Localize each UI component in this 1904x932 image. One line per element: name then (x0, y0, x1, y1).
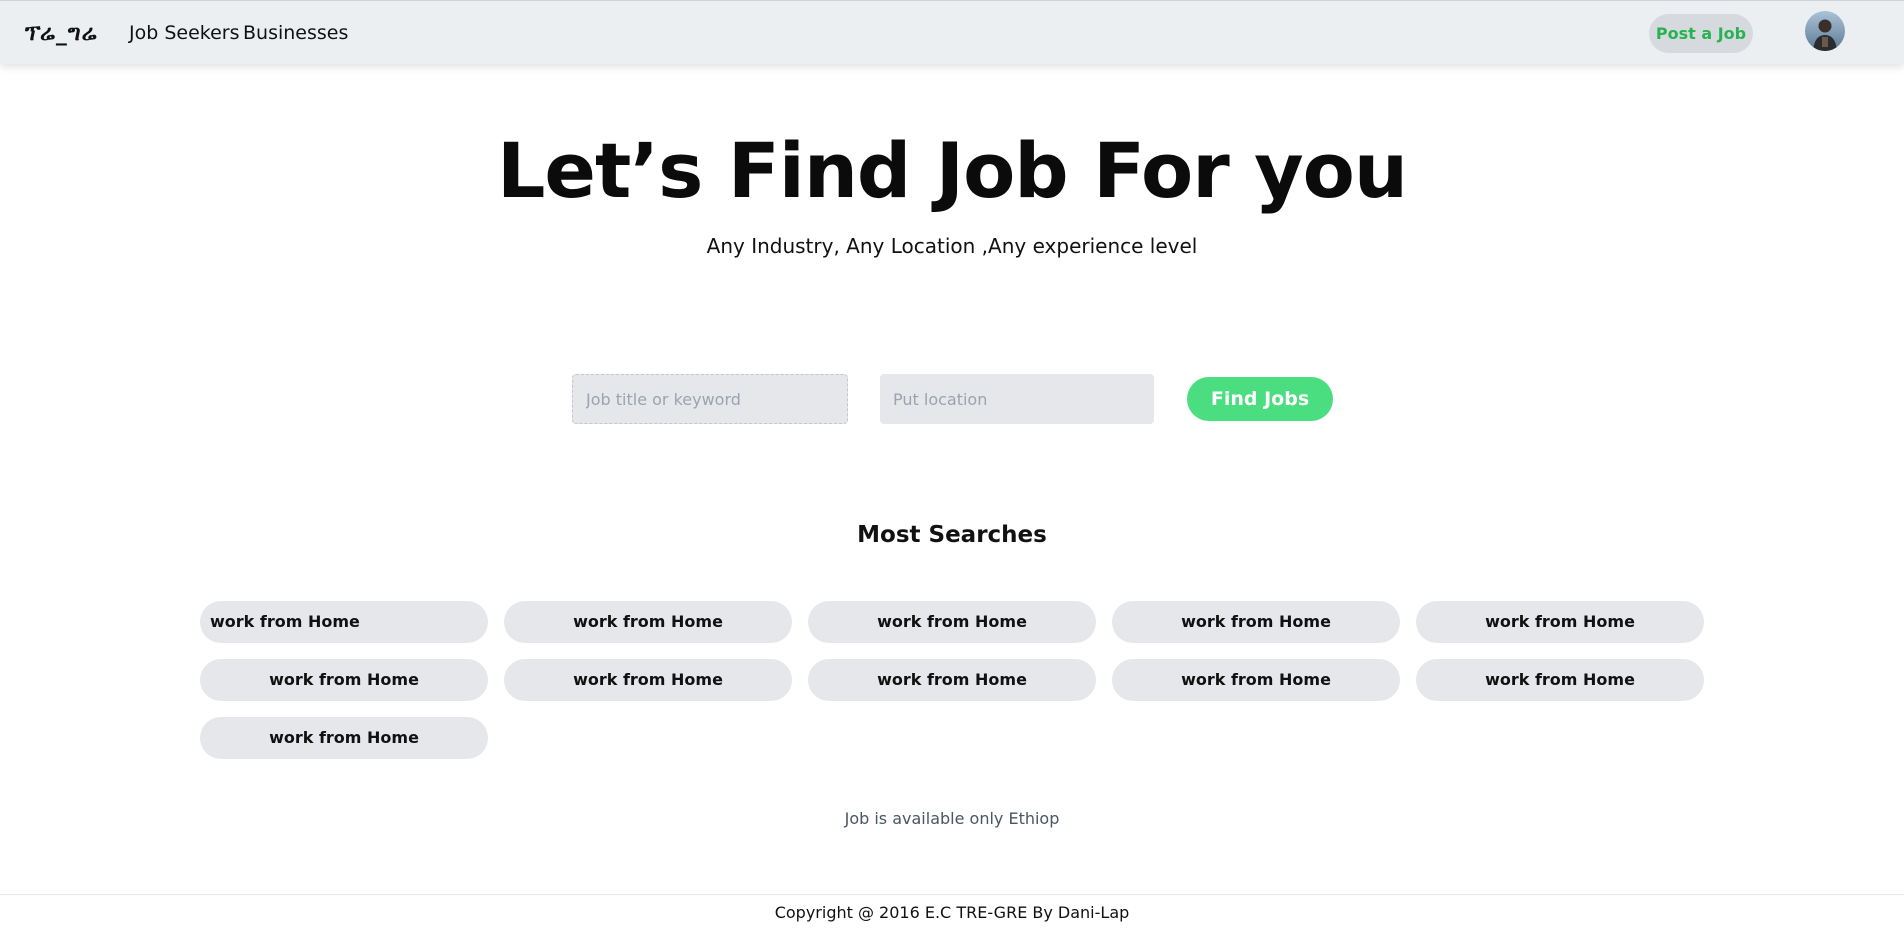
search-tag[interactable]: work from Home (1416, 601, 1704, 643)
post-job-button[interactable]: Post a Job (1649, 14, 1753, 53)
most-searches-tags: work from Home work from Home work from … (200, 601, 1710, 759)
top-navbar: ፕሬ_ግሬ Job Seekers Businesses Post a Job (0, 0, 1904, 64)
site-logo[interactable]: ፕሬ_ግሬ (25, 21, 97, 46)
search-tag[interactable]: work from Home (200, 717, 488, 759)
user-avatar-icon[interactable] (1805, 11, 1845, 51)
footer-divider (0, 894, 1904, 895)
availability-note: Job is available only Ethiop (844, 809, 1060, 828)
search-tag[interactable]: work from Home (808, 659, 1096, 701)
nav-link-job-seekers[interactable]: Job Seekers (129, 22, 240, 44)
search-tag[interactable]: work from Home (1416, 659, 1704, 701)
search-tag[interactable]: work from Home (200, 659, 488, 701)
search-tag[interactable]: work from Home (1112, 601, 1400, 643)
search-tag[interactable]: work from Home (504, 601, 792, 643)
find-jobs-button[interactable]: Find Jobs (1187, 377, 1333, 421)
job-keyword-input[interactable] (572, 374, 848, 424)
search-tag[interactable]: work from Home (1112, 659, 1400, 701)
hero-title: Let’s Find Job For you (496, 126, 1408, 215)
search-tag[interactable]: work from Home (504, 659, 792, 701)
most-searches-title: Most Searches (857, 522, 1047, 548)
search-tag[interactable]: work from Home (200, 601, 488, 643)
hero-subtitle: Any Industry, Any Location ,Any experien… (706, 234, 1198, 258)
search-tag[interactable]: work from Home (808, 601, 1096, 643)
location-input[interactable] (880, 374, 1154, 424)
nav-link-businesses[interactable]: Businesses (243, 22, 348, 44)
footer-copyright: Copyright @ 2016 E.C TRE-GRE By Dani-Lap (774, 903, 1130, 922)
avatar-photo (1805, 11, 1845, 51)
